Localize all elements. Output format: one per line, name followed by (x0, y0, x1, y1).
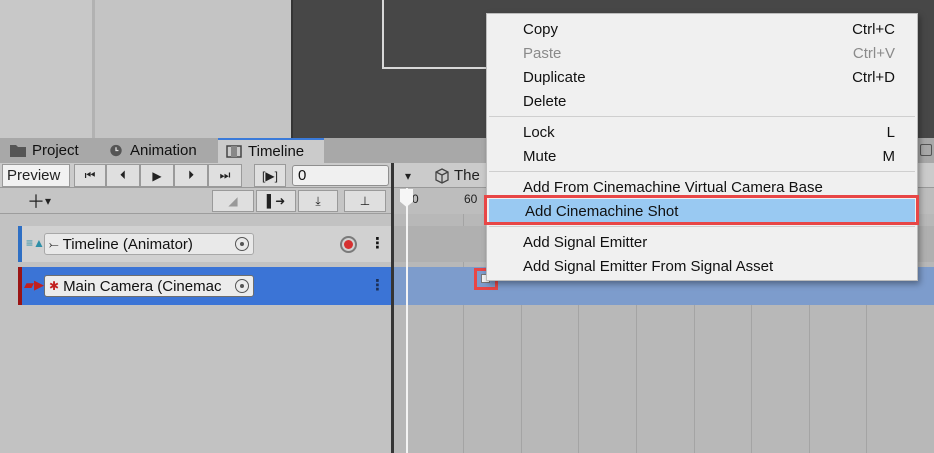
inspector-panel-edge (0, 0, 92, 138)
previous-frame-button[interactable]: ⏴ (106, 164, 140, 187)
chevron-down-icon: ▾ (404, 168, 412, 183)
go-to-start-button[interactable]: ⏮ (74, 164, 106, 187)
menu-item-shortcut: Ctrl+C (852, 20, 895, 38)
highlight-annotation-box (484, 195, 919, 225)
add-track-button[interactable]: ＋ ▾ (18, 190, 60, 212)
pin-icon: ⊥ (359, 194, 371, 208)
frame-input[interactable]: 0 (292, 165, 389, 186)
context-menu: Copy Ctrl+C Paste Ctrl+V Duplicate Ctrl+… (486, 13, 918, 281)
menu-item-add-signal-emitter[interactable]: Add Signal Emitter (487, 230, 917, 254)
window-menu-icon[interactable] (920, 144, 932, 156)
menu-item-label: Paste (523, 44, 562, 62)
menu-item-shortcut: Ctrl+V (852, 44, 895, 62)
ripple-icon: ▌➜ (266, 194, 286, 208)
hierarchy-panel-edge (95, 0, 291, 138)
animation-track-icon: ≡▲ (26, 236, 45, 250)
menu-item-label: Duplicate (523, 68, 586, 86)
object-picker-icon[interactable] (235, 279, 249, 293)
menu-item-paste[interactable]: Paste Ctrl+V (487, 41, 917, 65)
frame-value: 0 (298, 167, 307, 184)
tab-label: Project (32, 142, 79, 159)
menu-item-duplicate[interactable]: Duplicate Ctrl+D (487, 65, 917, 89)
track-header-animator[interactable]: ≡▲ ⤚ Timeline (Animator) ⋮ (18, 226, 391, 262)
menu-item-label: Lock (523, 123, 555, 141)
play-icon: ▶ (152, 168, 162, 183)
menu-item-label: Copy (523, 20, 559, 38)
menu-item-label: Add Signal Emitter (523, 233, 648, 251)
animator-icon: ⤚ (49, 236, 59, 251)
track-binding-field[interactable]: ⤚ Timeline (Animator) (44, 233, 254, 255)
object-picker-icon[interactable] (235, 237, 249, 251)
track-menu-icon[interactable]: ⋮ (370, 234, 385, 252)
tab-project[interactable]: Project (2, 138, 87, 163)
folder-icon (10, 145, 26, 157)
tracks-splitter[interactable] (391, 163, 394, 453)
playhead-line (406, 188, 408, 453)
cube-icon (435, 167, 449, 184)
play-range-icon: [▶] (262, 168, 278, 183)
menu-item-shortcut: L (886, 123, 895, 141)
track-color-bar (18, 267, 22, 305)
asset-label: The (454, 167, 480, 184)
record-button[interactable] (340, 236, 357, 253)
ruler-label: 60 (464, 192, 478, 206)
clock-icon (110, 144, 122, 157)
menu-item-lock[interactable]: Lock L (487, 120, 917, 144)
camera-frame-line (382, 0, 384, 68)
tab-label: Timeline (248, 143, 305, 160)
plus-icon: ＋ (26, 192, 45, 212)
menu-separator (489, 171, 915, 172)
track-menu-icon[interactable]: ⋮ (370, 276, 385, 294)
menu-item-label: Add From Cinemachine Virtual Camera Base (523, 178, 823, 196)
menu-item-delete[interactable]: Delete (487, 89, 917, 113)
ripple-mode-button[interactable]: ▌➜ (256, 190, 296, 212)
camera-icon: ✱ (49, 279, 60, 293)
snap-icon: ◢ (228, 194, 238, 208)
tab-label: Animation (130, 142, 197, 159)
edit-mode-button[interactable]: ⤓ (298, 190, 338, 212)
next-frame-button[interactable]: ⏵ (174, 164, 208, 187)
go-to-end-button[interactable]: ⏭ (208, 164, 242, 187)
film-icon (226, 145, 242, 158)
menu-item-label: Mute (523, 147, 557, 165)
menu-item-shortcut: M (882, 147, 896, 165)
play-button[interactable]: ▶ (140, 164, 174, 187)
pin-button[interactable]: ⊥ (344, 190, 386, 212)
menu-item-mute[interactable]: Mute M (487, 144, 917, 168)
ruler-label: 0 (412, 192, 419, 206)
track-header-cinemachine[interactable]: ▰▶ ✱ Main Camera (Cinemac ⋮ (18, 267, 391, 305)
menu-item-add-signal-emitter-from-asset[interactable]: Add Signal Emitter From Signal Asset (487, 254, 917, 278)
menu-item-label: Delete (523, 92, 567, 110)
track-binding-field[interactable]: ✱ Main Camera (Cinemac (44, 275, 254, 297)
preview-button[interactable]: Preview (2, 164, 70, 187)
cinemachine-track-icon: ▰▶ (24, 277, 44, 292)
menu-separator (489, 226, 915, 227)
track-binding-label: Main Camera (Cinemac (63, 277, 222, 295)
play-range-button[interactable]: [▶] (254, 164, 286, 187)
menu-item-shortcut: Ctrl+D (852, 68, 895, 86)
chevron-down-icon: ▾ (44, 194, 52, 208)
snap-button[interactable]: ◢ (212, 190, 254, 212)
prev-frame-icon: ⏴ (119, 168, 126, 182)
tab-animation[interactable]: Animation (100, 138, 205, 163)
tab-timeline[interactable]: Timeline (218, 138, 324, 163)
track-color-bar (18, 226, 22, 262)
skip-start-icon: ⏮ (84, 168, 96, 182)
skip-end-icon: ⏭ (219, 168, 231, 182)
edit-mode-icon: ⤓ (315, 193, 321, 208)
preview-label: Preview (7, 167, 61, 184)
menu-item-label: Add Signal Emitter From Signal Asset (523, 257, 774, 275)
menu-separator (489, 116, 915, 117)
next-frame-icon: ⏵ (187, 168, 194, 182)
camera-frame-line (382, 67, 492, 69)
record-icon (344, 240, 353, 249)
track-binding-label: Timeline (Animator) (62, 235, 193, 253)
asset-dropdown-button[interactable]: ▾ (396, 164, 420, 187)
menu-item-copy[interactable]: Copy Ctrl+C (487, 17, 917, 41)
timeline-asset-selector[interactable]: The (428, 164, 488, 187)
